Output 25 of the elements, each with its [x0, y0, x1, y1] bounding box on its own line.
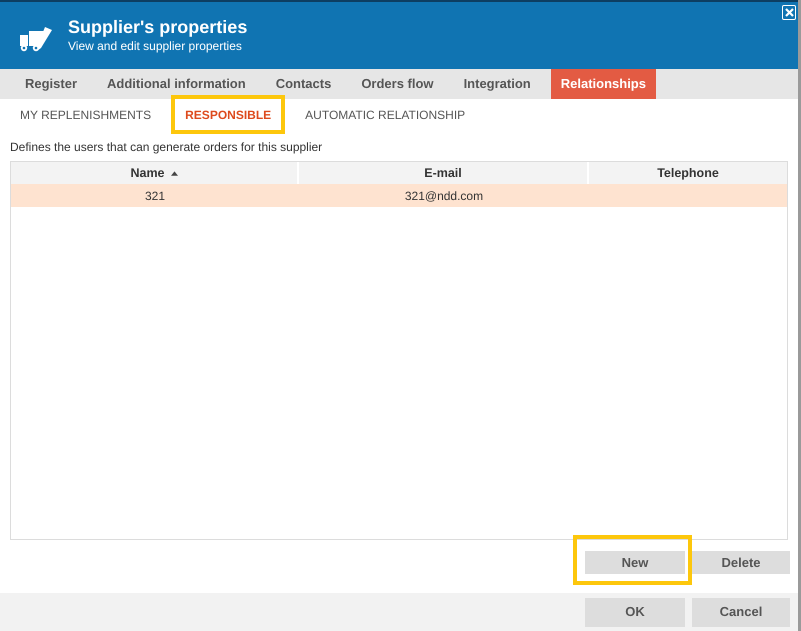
tab[interactable]: Integration	[454, 69, 541, 99]
table-cell-text: 321@ndd.com	[404, 188, 484, 204]
column-header[interactable]: E-mail	[424, 164, 462, 182]
column-header[interactable]: Name	[130, 164, 165, 182]
tab[interactable]: Register	[15, 69, 88, 99]
dialog-button[interactable]: OK	[585, 598, 685, 626]
table-row[interactable]: 321 321@ndd.com	[11, 184, 787, 207]
close-button[interactable]	[782, 5, 796, 20]
description-text: Defines the users that can generate orders for this supplier	[10, 139, 322, 156]
subtab[interactable]: AUTOMATIC RELATIONSHIP	[288, 99, 482, 131]
tab[interactable]: Contacts	[266, 69, 342, 99]
subtab[interactable]: RESPONSIBLE	[168, 99, 288, 131]
tab[interactable]: Relationships	[550, 69, 656, 99]
action-button[interactable]: Delete	[692, 551, 790, 574]
truck-pencil-icon	[18, 26, 54, 54]
subtab[interactable]: MY REPLENISHMENTS	[3, 99, 168, 131]
close-icon	[784, 8, 794, 17]
action-button[interactable]: New	[585, 551, 685, 574]
table-cell-text: 321	[144, 188, 166, 204]
dialog-button[interactable]: Cancel	[692, 598, 790, 626]
window-title: Supplier's properties	[68, 16, 248, 38]
column-header[interactable]: Telephone	[657, 164, 719, 182]
tab[interactable]: Additional information	[97, 69, 256, 99]
tab[interactable]: Orders flow	[351, 69, 444, 99]
window-subtitle: View and edit supplier properties	[68, 38, 243, 54]
